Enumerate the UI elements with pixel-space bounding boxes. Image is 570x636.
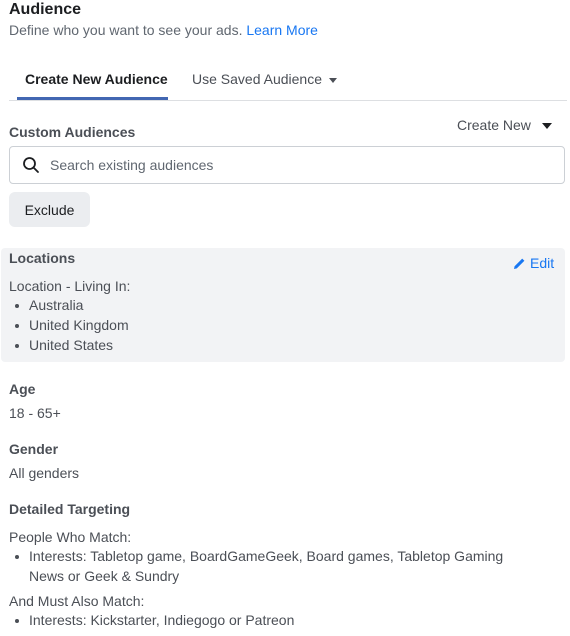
section-subtitle: Define who you want to see your ads. Lea… xyxy=(9,22,318,38)
section-title: Audience xyxy=(9,1,82,18)
gender-value: All genders xyxy=(9,465,80,481)
people-who-match-label: People Who Match: xyxy=(9,529,132,545)
also-match-interests-list: Interests: Kickstarter, Indiegogo or Pat… xyxy=(9,610,294,630)
edit-label: Edit xyxy=(530,255,555,271)
audience-search-box xyxy=(9,146,565,184)
caret-down-icon xyxy=(541,123,552,129)
location-list: Australia United Kingdom United States xyxy=(9,295,129,355)
location-living-in-label: Location - Living In: xyxy=(9,278,131,294)
age-value: 18 - 65+ xyxy=(9,405,61,421)
edit-locations-button[interactable]: Edit xyxy=(513,255,554,271)
audience-search-input[interactable] xyxy=(48,147,550,183)
search-icon xyxy=(22,156,40,174)
create-new-dropdown[interactable]: Create New xyxy=(457,117,552,133)
learn-more-link[interactable]: Learn More xyxy=(246,22,318,38)
interest-item: Interests: Kickstarter, Indiegogo or Pat… xyxy=(9,610,294,630)
locations-label: Locations xyxy=(9,250,76,266)
age-label: Age xyxy=(9,381,36,397)
location-item: United States xyxy=(9,335,129,355)
gender-label: Gender xyxy=(9,441,59,457)
pencil-icon xyxy=(514,258,525,269)
create-new-label: Create New xyxy=(457,117,531,133)
tab-use-saved-audience-label: Use Saved Audience xyxy=(192,71,322,87)
subtitle-text: Define who you want to see your ads. xyxy=(9,22,243,38)
exclude-button[interactable]: Exclude xyxy=(9,192,90,227)
location-item: United Kingdom xyxy=(9,315,129,335)
detailed-targeting-label: Detailed Targeting xyxy=(9,501,131,517)
custom-audiences-label: Custom Audiences xyxy=(9,124,136,140)
caret-down-icon xyxy=(328,77,337,83)
location-item: Australia xyxy=(9,295,129,315)
tab-divider xyxy=(9,100,567,101)
match-interests-list: Interests: Tabletop game, BoardGameGeek,… xyxy=(9,546,509,586)
tab-use-saved-audience[interactable]: Use Saved Audience xyxy=(192,71,337,87)
interest-item: Interests: Tabletop game, BoardGameGeek,… xyxy=(9,546,509,586)
tab-create-new-audience[interactable]: Create New Audience xyxy=(25,71,168,87)
also-match-label: And Must Also Match: xyxy=(9,593,145,609)
